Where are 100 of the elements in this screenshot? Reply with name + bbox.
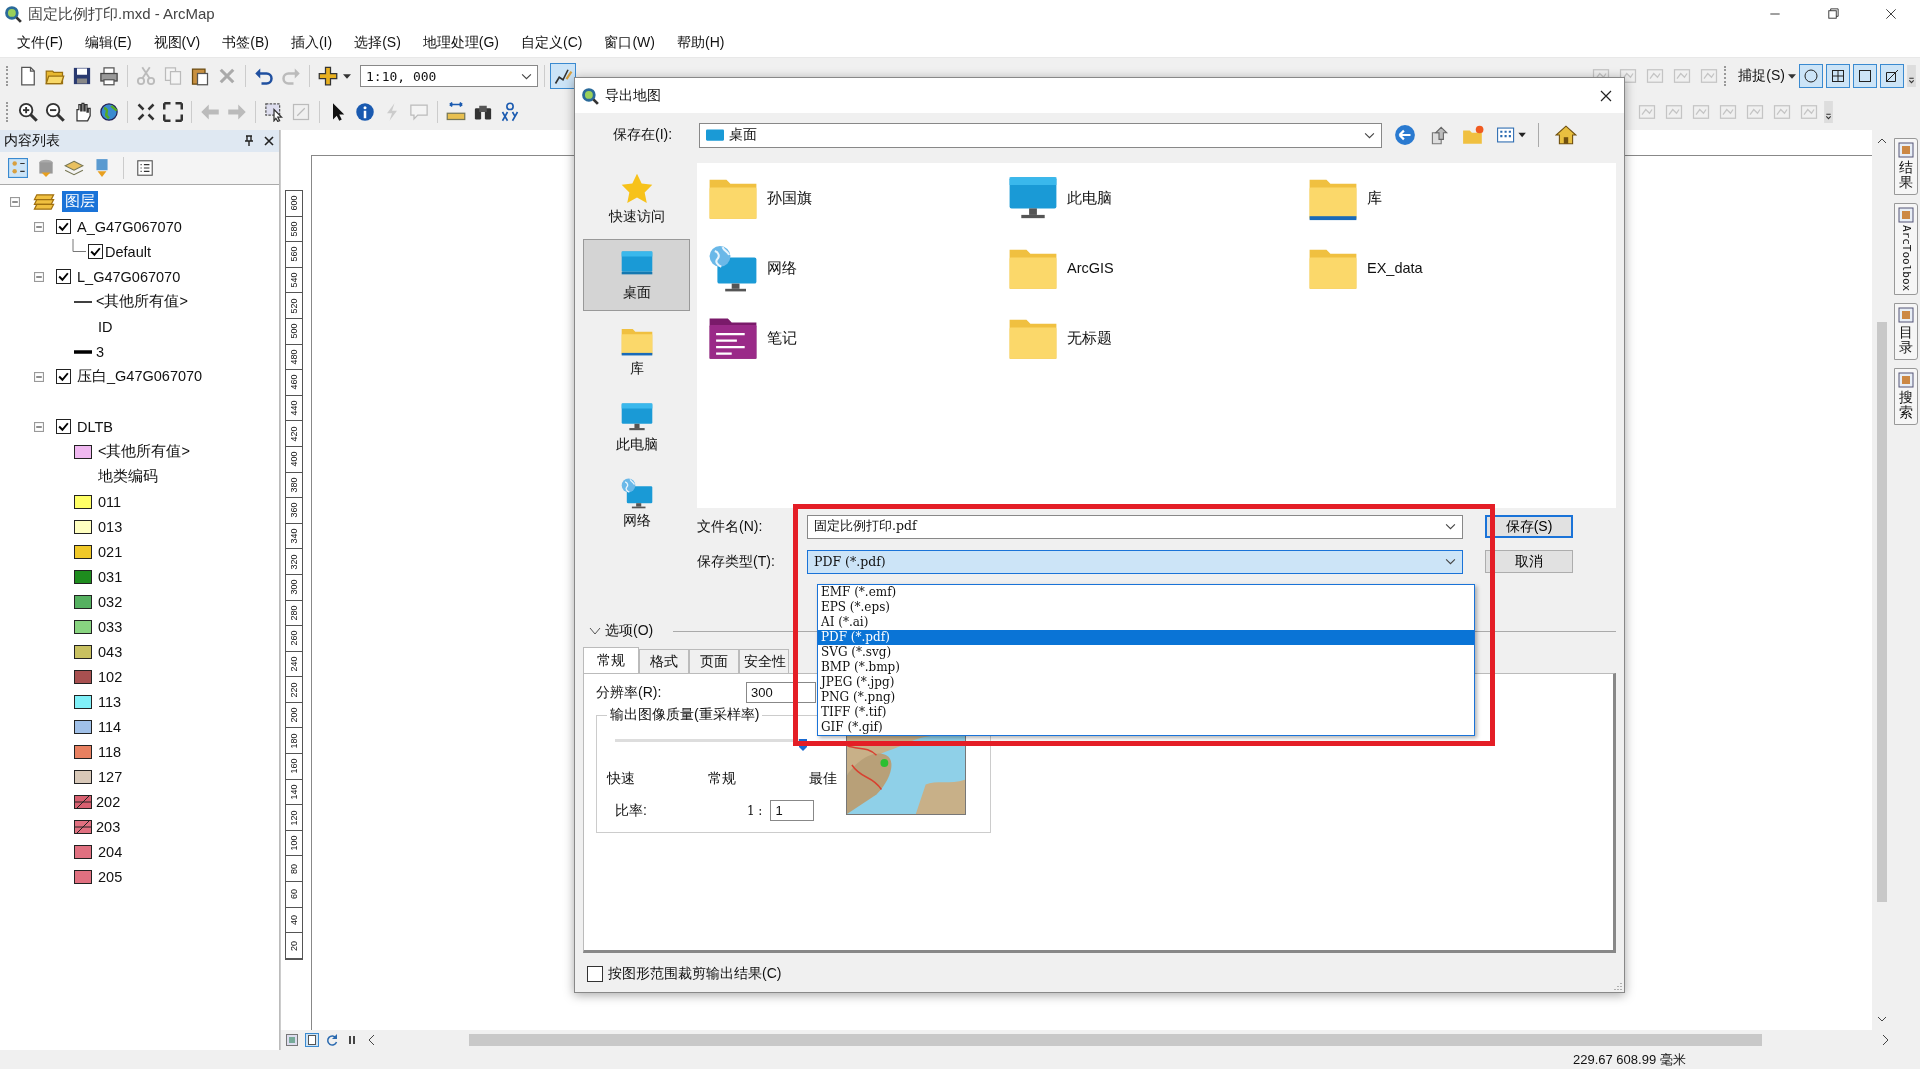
dock-tab[interactable]: 搜索 (1894, 367, 1918, 425)
list-by-drawing-order-icon[interactable] (8, 158, 28, 178)
dock-tab[interactable]: 目录 (1894, 303, 1918, 360)
layer-checkbox[interactable] (56, 419, 71, 434)
options-toggle[interactable]: 选项(O) (589, 622, 654, 640)
file-type-option[interactable]: PDF (*.pdf) (818, 630, 1474, 645)
view-menu-icon[interactable] (1496, 124, 1528, 146)
pin-icon[interactable] (243, 135, 255, 147)
file-type-option[interactable]: AI (*.ai) (818, 615, 1474, 630)
menu-item[interactable]: 视图(V) (142, 33, 212, 52)
home-icon[interactable] (1555, 124, 1577, 146)
file-type-option[interactable]: BMP (*.bmp) (818, 660, 1474, 675)
places-item[interactable]: 桌面 (583, 239, 690, 311)
layer-group-label[interactable]: 图层 (62, 191, 98, 212)
overflow-icon[interactable] (1824, 101, 1833, 123)
zoom-out-icon[interactable] (43, 100, 67, 124)
cancel-button[interactable]: 取消 (1485, 550, 1573, 573)
layer-name[interactable]: 压白_G47G067070 (77, 367, 203, 386)
file-item-name[interactable]: 库 (1367, 188, 1382, 208)
menu-item[interactable]: 窗口(W) (593, 33, 666, 52)
page-view-icon[interactable] (305, 1033, 319, 1047)
clip-checkbox[interactable] (587, 966, 603, 982)
collapse-icon[interactable] (34, 271, 44, 282)
chevron-down-icon[interactable] (1445, 523, 1456, 530)
file-type-dropdown[interactable]: PDF (*.pdf) (807, 549, 1463, 574)
select-icon[interactable] (262, 100, 286, 124)
dock-tab[interactable]: 结果 (1894, 138, 1918, 195)
menu-item[interactable]: 插入(I) (279, 33, 344, 52)
plus-icon[interactable] (316, 64, 340, 88)
menu-item[interactable]: 地理处理(G) (411, 33, 510, 52)
collapse-icon[interactable] (34, 371, 44, 382)
slider-thumb[interactable] (799, 739, 807, 751)
zoom-in-icon[interactable] (16, 100, 40, 124)
file-item-name[interactable]: 笔记 (767, 328, 797, 348)
menu-item[interactable]: 文件(F) (6, 33, 74, 52)
layer-checkbox[interactable] (56, 369, 71, 384)
resize-grip-icon[interactable] (1612, 980, 1622, 990)
database-icon[interactable] (36, 158, 56, 178)
grid-snap-icon[interactable] (1826, 64, 1850, 88)
new-folder-icon[interactable] (1462, 124, 1484, 146)
scroll-down-icon[interactable] (1877, 1016, 1887, 1022)
info-icon[interactable] (353, 100, 377, 124)
collapse-icon[interactable] (34, 421, 44, 432)
caret-icon[interactable] (343, 73, 351, 79)
layer-name[interactable]: A_G47G067070 (77, 218, 182, 235)
file-item-name[interactable]: 此电脑 (1067, 188, 1112, 208)
collapse-icon[interactable] (10, 196, 20, 207)
edge-snap-icon[interactable] (1880, 64, 1904, 88)
file-type-option[interactable]: JPEG (*.jpg) (818, 675, 1474, 690)
file-item-name[interactable]: 无标题 (1067, 328, 1112, 348)
scroll-up-icon[interactable] (1877, 138, 1887, 144)
menu-item[interactable]: 帮助(H) (666, 33, 736, 52)
resolution-field[interactable]: 300 (746, 682, 816, 703)
file-name-field[interactable]: 固定比例打印.pdf (807, 514, 1463, 539)
layer-name[interactable]: L_G47G067070 (77, 268, 181, 285)
file-item-name[interactable]: 网络 (767, 258, 797, 278)
layer-checkbox[interactable] (56, 219, 71, 234)
file-type-option[interactable]: SVG (*.svg) (818, 645, 1474, 660)
places-item[interactable]: 网络 (583, 467, 690, 539)
places-item[interactable]: 此电脑 (583, 391, 690, 463)
file-type-option[interactable]: PNG (*.png) (818, 690, 1474, 705)
save-button[interactable]: 保存(S) (1485, 515, 1573, 538)
layers-icon[interactable] (64, 158, 84, 178)
dock-tab[interactable]: ArcToolbox (1894, 202, 1918, 295)
collapse-icon[interactable] (34, 221, 44, 232)
refresh-icon[interactable] (325, 1033, 339, 1047)
tab[interactable]: 常规 (583, 647, 639, 673)
menu-item[interactable]: 书签(B) (211, 33, 280, 52)
chevron-down-icon[interactable] (1364, 131, 1375, 139)
layout-view-icon[interactable] (285, 1033, 299, 1047)
places-item[interactable]: 快速访问 (583, 163, 690, 235)
menu-item[interactable]: 编辑(E) (73, 33, 143, 52)
chevron-down-icon[interactable] (521, 72, 532, 80)
globe-icon[interactable] (97, 100, 121, 124)
layer-checkbox[interactable] (88, 244, 103, 259)
layer-name[interactable]: DLTB (77, 418, 113, 435)
caret-icon[interactable] (1788, 73, 1796, 79)
layer-checkbox[interactable] (56, 269, 71, 284)
tab[interactable]: 安全性 (739, 649, 789, 673)
chevron-down-icon[interactable] (1445, 558, 1456, 565)
file-type-option[interactable]: GIF (*.gif) (818, 720, 1474, 735)
tab[interactable]: 页面 (689, 649, 739, 673)
location-dropdown[interactable]: 桌面 (699, 122, 1382, 148)
snapping-menu[interactable]: 捕捉(S) (1738, 67, 1785, 85)
file-item-name[interactable]: ArcGIS (1067, 260, 1114, 276)
tab[interactable]: 格式 (639, 649, 689, 673)
places-item[interactable]: 库 (583, 315, 690, 387)
printer-icon[interactable] (97, 64, 121, 88)
file-type-option[interactable]: EPS (*.eps) (818, 600, 1474, 615)
file-item-name[interactable]: 孙国旗 (767, 188, 812, 208)
scale-dropdown[interactable]: 1:10, 000 (360, 65, 538, 87)
close-icon[interactable] (263, 135, 275, 147)
edit-pencil-icon[interactable] (551, 64, 575, 88)
file-type-option[interactable]: TIFF (*.tif) (818, 705, 1474, 720)
square-snap-icon[interactable] (1853, 64, 1877, 88)
ratio-field[interactable]: 1 (770, 800, 815, 821)
menu-item[interactable]: 自定义(C) (510, 33, 594, 52)
checkbox-label[interactable]: 按图形范围裁剪输出结果(C) (608, 965, 782, 983)
overflow-icon[interactable] (1907, 65, 1916, 87)
options-list-icon[interactable] (135, 158, 155, 178)
